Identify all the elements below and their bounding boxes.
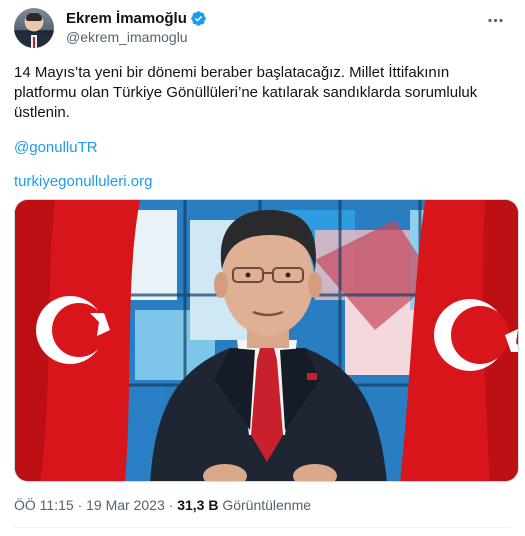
meta-separator: · [77,497,83,513]
mention-link[interactable]: @gonulluTR [14,138,504,158]
meta-separator-2: · [168,497,174,513]
tweet-video[interactable] [14,199,519,482]
tweet-text: 14 Mayıs’ta yeni bir dönemi beraber başl… [14,64,478,121]
views-count: 31,3 B [177,497,219,513]
author-display-name[interactable]: Ekrem İmamoğlu [66,10,187,27]
tweet-time[interactable]: ÖÖ 11:15 [14,497,74,513]
video-frame [15,200,518,481]
divider [14,527,511,528]
tweet-header: Ekrem İmamoğlu @ekrem_imamoglu [14,8,511,52]
tweet-meta: ÖÖ 11:15 · 19 Mar 2023 · 31,3 B Görüntül… [14,497,311,513]
author-handle[interactable]: @ekrem_imamoglu [66,29,207,45]
more-horizontal-icon[interactable] [485,10,505,30]
author-info: Ekrem İmamoğlu @ekrem_imamoglu [66,9,207,45]
views-label: Görüntülenme [222,497,312,513]
tweet-body: 14 Mayıs’ta yeni bir dönemi beraber başl… [14,63,504,192]
url-link[interactable]: turkiyegonulluleri.org [14,172,504,192]
avatar[interactable] [14,8,54,48]
tweet-date[interactable]: 19 Mar 2023 [86,497,165,513]
verified-badge-icon [190,10,207,27]
